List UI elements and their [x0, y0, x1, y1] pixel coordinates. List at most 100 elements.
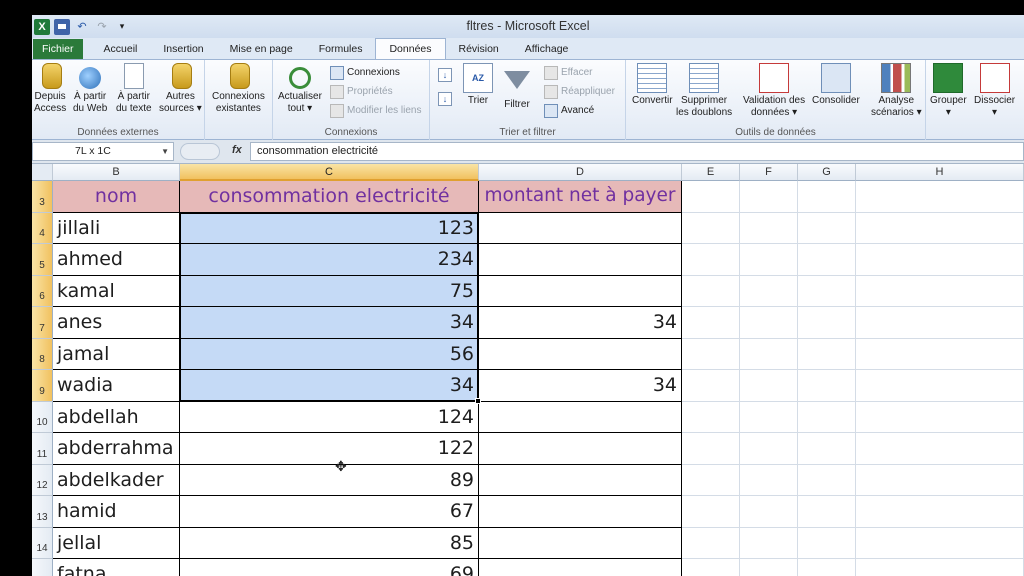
- row-header-3[interactable]: 3: [32, 181, 53, 213]
- row-header-4[interactable]: 4: [32, 212, 53, 244]
- cell-b4[interactable]: jillali: [53, 212, 180, 244]
- cell-b12[interactable]: abdelkader: [53, 464, 180, 496]
- cell-h12[interactable]: [856, 464, 1024, 496]
- cell-c11[interactable]: 122: [180, 433, 479, 465]
- cell-c3[interactable]: consommation electricité: [180, 181, 479, 213]
- text-to-columns-button[interactable]: Convertir: [632, 63, 673, 107]
- clear-filter-button[interactable]: Effacer: [544, 64, 593, 81]
- cell-c8[interactable]: 56: [180, 338, 479, 370]
- cell-g8[interactable]: [798, 338, 856, 370]
- cell-h6[interactable]: [856, 275, 1024, 307]
- cell-d8[interactable]: [479, 338, 682, 370]
- cell-f14[interactable]: [740, 527, 798, 559]
- cell-f4[interactable]: [740, 212, 798, 244]
- cell-b8[interactable]: jamal: [53, 338, 180, 370]
- cell-c4[interactable]: 123: [180, 212, 479, 244]
- row-header-13[interactable]: 13: [32, 496, 53, 528]
- cell-e7[interactable]: [682, 307, 740, 339]
- row-header-14[interactable]: 14: [32, 527, 53, 559]
- cell-e9[interactable]: [682, 370, 740, 402]
- row-header-11[interactable]: 11: [32, 433, 53, 465]
- cell-h7[interactable]: [856, 307, 1024, 339]
- cell-c5[interactable]: 234: [180, 244, 479, 276]
- cell-b11[interactable]: abderrahma: [53, 433, 180, 465]
- cell-e13[interactable]: [682, 496, 740, 528]
- cell-d4[interactable]: [479, 212, 682, 244]
- name-box-dropdown-icon[interactable]: ▼: [161, 143, 169, 160]
- row-header-5[interactable]: 5: [32, 244, 53, 276]
- cell-d6[interactable]: [479, 275, 682, 307]
- cell-d13[interactable]: [479, 496, 682, 528]
- from-text-button[interactable]: À partir du texte: [116, 63, 152, 115]
- cell-e3[interactable]: [682, 181, 740, 213]
- row-header-8[interactable]: 8: [32, 338, 53, 370]
- cell-h9[interactable]: [856, 370, 1024, 402]
- cell-f3[interactable]: [740, 181, 798, 213]
- cell-g12[interactable]: [798, 464, 856, 496]
- edit-links-button[interactable]: Modifier les liens: [330, 102, 421, 119]
- cell-f13[interactable]: [740, 496, 798, 528]
- cell-b14[interactable]: jellal: [53, 527, 180, 559]
- cell-h3[interactable]: [856, 181, 1024, 213]
- cell-h13[interactable]: [856, 496, 1024, 528]
- group-button[interactable]: Grouper ▾: [930, 63, 967, 119]
- connections-button[interactable]: Connexions: [330, 64, 400, 81]
- select-all-corner[interactable]: [32, 164, 53, 181]
- formula-bar-splitter[interactable]: [180, 143, 220, 160]
- cell-b10[interactable]: abdellah: [53, 401, 180, 433]
- cell-g15[interactable]: [798, 559, 856, 576]
- cell-f8[interactable]: [740, 338, 798, 370]
- column-header-h[interactable]: H: [856, 164, 1024, 181]
- cell-f15[interactable]: [740, 559, 798, 576]
- name-box[interactable]: 7L x 1C ▼: [32, 142, 174, 161]
- cell-d15[interactable]: [479, 559, 682, 576]
- from-access-button[interactable]: Depuis Access: [34, 63, 66, 115]
- row-header-12[interactable]: 12: [32, 464, 53, 496]
- reapply-button[interactable]: Réappliquer: [544, 83, 615, 100]
- consolidate-button[interactable]: Consolider: [812, 63, 860, 107]
- row-header-6[interactable]: 6: [32, 275, 53, 307]
- column-header-g[interactable]: G: [798, 164, 856, 181]
- cell-f5[interactable]: [740, 244, 798, 276]
- tab-formules[interactable]: Formules: [306, 39, 376, 59]
- insert-function-icon[interactable]: fx: [232, 144, 242, 156]
- cell-g13[interactable]: [798, 496, 856, 528]
- cell-e8[interactable]: [682, 338, 740, 370]
- formula-input[interactable]: consommation electricité: [250, 142, 1024, 161]
- cell-g4[interactable]: [798, 212, 856, 244]
- remove-duplicates-button[interactable]: Supprimer les doublons: [676, 63, 732, 119]
- cell-e5[interactable]: [682, 244, 740, 276]
- cell-d14[interactable]: [479, 527, 682, 559]
- cell-g14[interactable]: [798, 527, 856, 559]
- cell-e14[interactable]: [682, 527, 740, 559]
- cell-b7[interactable]: anes: [53, 307, 180, 339]
- excel-logo-icon[interactable]: X: [34, 18, 50, 35]
- refresh-all-button[interactable]: Actualiser tout ▾: [278, 63, 322, 115]
- cell-d7[interactable]: 34: [479, 307, 682, 339]
- row-header-15[interactable]: 15: [32, 559, 53, 576]
- tab-mise-en-page[interactable]: Mise en page: [217, 39, 306, 59]
- cell-h8[interactable]: [856, 338, 1024, 370]
- cell-e12[interactable]: [682, 464, 740, 496]
- cell-d9[interactable]: 34: [479, 370, 682, 402]
- column-header-c[interactable]: C: [180, 164, 479, 181]
- cell-e6[interactable]: [682, 275, 740, 307]
- cell-e4[interactable]: [682, 212, 740, 244]
- tab-accueil[interactable]: Accueil: [91, 39, 151, 59]
- redo-icon[interactable]: ↷: [94, 19, 110, 35]
- cell-b9[interactable]: wadia: [53, 370, 180, 402]
- cell-g3[interactable]: [798, 181, 856, 213]
- cell-c10[interactable]: 124: [180, 401, 479, 433]
- cell-d10[interactable]: [479, 401, 682, 433]
- cell-c14[interactable]: 85: [180, 527, 479, 559]
- cell-e10[interactable]: [682, 401, 740, 433]
- data-validation-button[interactable]: Validation des données ▾: [743, 63, 805, 119]
- cell-g6[interactable]: [798, 275, 856, 307]
- cell-h4[interactable]: [856, 212, 1024, 244]
- cell-b15[interactable]: fatna: [53, 559, 180, 576]
- ungroup-button[interactable]: Dissocier ▾: [974, 63, 1015, 119]
- tab-revision[interactable]: Révision: [446, 39, 512, 59]
- tab-donnees[interactable]: Données: [375, 38, 446, 59]
- cell-g7[interactable]: [798, 307, 856, 339]
- cell-e11[interactable]: [682, 433, 740, 465]
